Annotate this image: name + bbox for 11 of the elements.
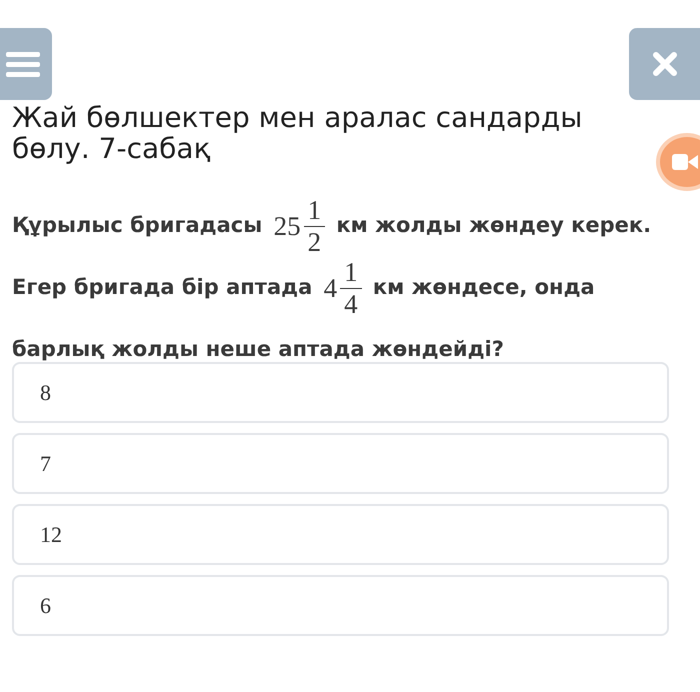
- close-button[interactable]: [629, 28, 700, 100]
- menu-button[interactable]: [0, 28, 52, 100]
- answer-option[interactable]: 12: [12, 504, 669, 565]
- video-camera-icon: [672, 153, 698, 171]
- answer-option[interactable]: 7: [12, 433, 669, 494]
- menu-icon: [6, 50, 40, 78]
- answer-option[interactable]: 6: [12, 575, 669, 636]
- answer-option[interactable]: 8: [12, 362, 669, 423]
- video-button[interactable]: [656, 133, 700, 191]
- close-icon: [652, 51, 678, 77]
- lesson-title: Жай бөлшектер мен аралас сандарды бөлу. 7-сабақ: [12, 102, 584, 164]
